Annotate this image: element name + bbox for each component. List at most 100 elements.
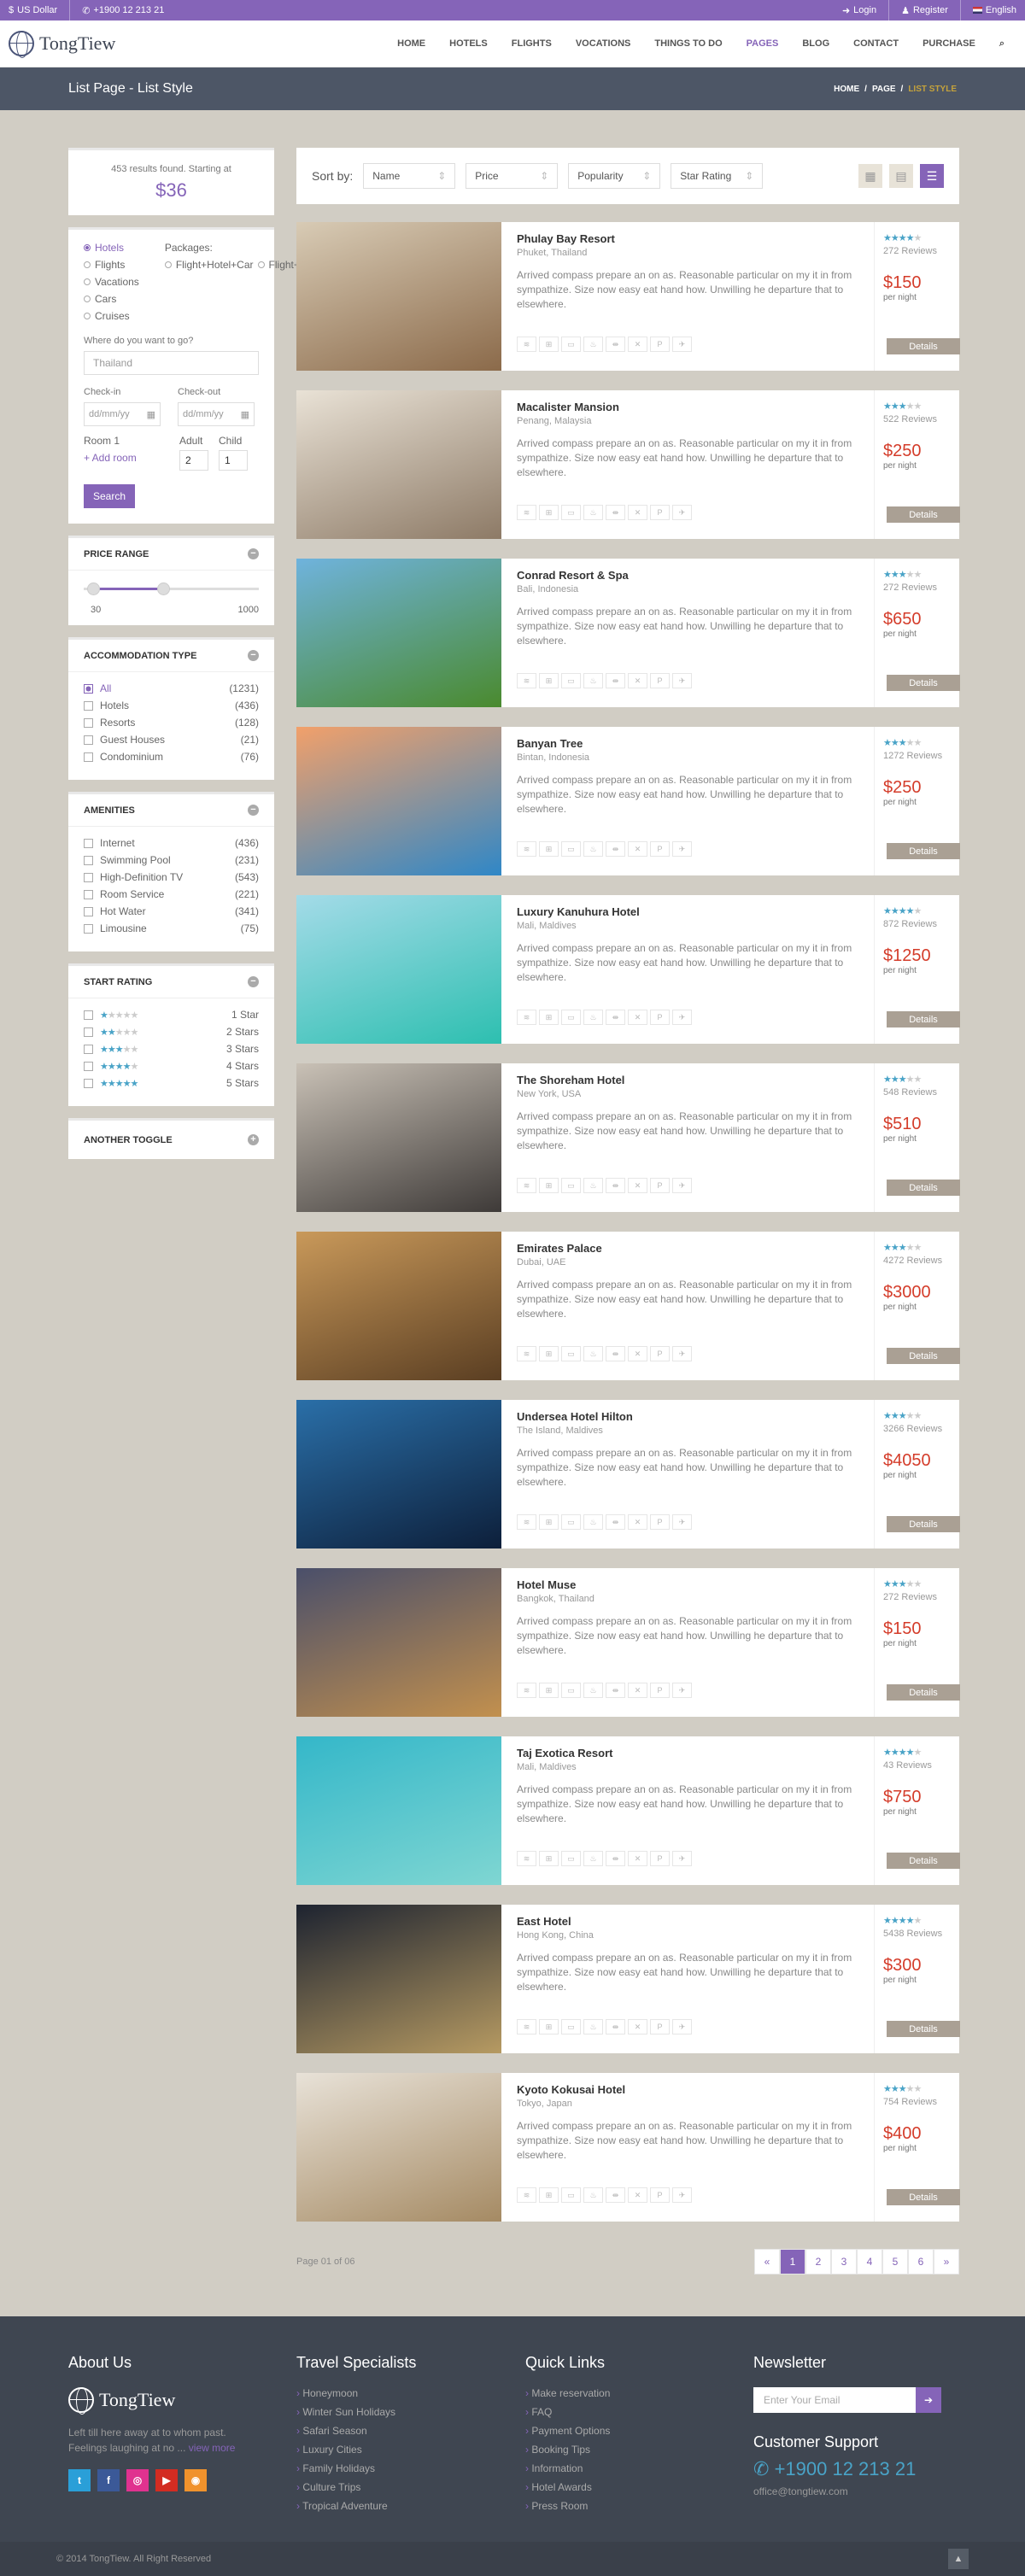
type-radio-vacations[interactable]: Vacations bbox=[84, 276, 139, 288]
checkbox[interactable] bbox=[84, 872, 93, 882]
login-link[interactable]: ➜ Login bbox=[842, 5, 876, 16]
collapse-icon[interactable]: − bbox=[248, 650, 259, 661]
type-radio-cruises[interactable]: Cruises bbox=[84, 310, 139, 322]
page-link[interactable]: 2 bbox=[805, 2249, 831, 2274]
checkbox[interactable] bbox=[84, 700, 93, 711]
checkin-input[interactable]: dd/mm/yy ▦ bbox=[84, 402, 161, 426]
filter-item[interactable]: Room Service (221) bbox=[84, 888, 259, 900]
footer-link[interactable]: Family Holidays bbox=[296, 2462, 493, 2474]
site-logo[interactable]: TongTiew bbox=[9, 31, 115, 58]
type-radio-flights[interactable]: Flights bbox=[84, 259, 139, 271]
footer-link[interactable]: Culture Trips bbox=[296, 2481, 493, 2493]
nav-item-purchase[interactable]: PURCHASE bbox=[911, 38, 987, 49]
subscribe-arrow-icon[interactable]: ➔ bbox=[916, 2387, 941, 2413]
register-link[interactable]: ♟ Register bbox=[901, 5, 948, 16]
hotel-name[interactable]: Kyoto Kokusai Hotel bbox=[517, 2083, 858, 2096]
rating-filter-item[interactable]: ★★★★★ 4 Stars bbox=[84, 1060, 259, 1072]
sort-select-name[interactable]: Name ⇕ bbox=[363, 163, 456, 189]
breadcrumb-page[interactable]: PAGE bbox=[872, 85, 896, 94]
block-view-icon[interactable]: ▤ bbox=[889, 164, 913, 188]
type-radio-hotels[interactable]: Hotels bbox=[84, 242, 139, 254]
page-link[interactable]: 3 bbox=[831, 2249, 857, 2274]
collapse-icon[interactable]: − bbox=[248, 976, 259, 987]
details-button[interactable]: Details bbox=[887, 675, 960, 691]
expand-icon[interactable]: + bbox=[248, 1134, 259, 1145]
footer-link[interactable]: Make reservation bbox=[525, 2387, 722, 2399]
price-slider[interactable]: 30 1000 bbox=[84, 579, 259, 615]
hotel-name[interactable]: Hotel Muse bbox=[517, 1578, 858, 1591]
checkbox[interactable] bbox=[84, 1061, 93, 1071]
hotel-image[interactable] bbox=[296, 2073, 501, 2222]
checkbox[interactable] bbox=[84, 1010, 93, 1020]
nav-item-blog[interactable]: BLOG bbox=[790, 38, 841, 49]
footer-link[interactable]: Hotel Awards bbox=[525, 2481, 722, 2493]
checkbox[interactable] bbox=[84, 855, 93, 865]
package-radio[interactable]: Flight+Hotel+Car bbox=[164, 259, 254, 271]
hotel-image[interactable] bbox=[296, 1400, 501, 1549]
details-button[interactable]: Details bbox=[887, 1516, 960, 1532]
details-button[interactable]: Details bbox=[887, 506, 960, 523]
details-button[interactable]: Details bbox=[887, 1011, 960, 1027]
rating-filter-item[interactable]: ★★★★★ 1 Star bbox=[84, 1009, 259, 1021]
rating-filter-item[interactable]: ★★★★★ 5 Stars bbox=[84, 1077, 259, 1089]
nav-item-pages[interactable]: PAGES bbox=[735, 38, 791, 49]
search-button[interactable]: Search bbox=[84, 484, 135, 508]
filter-item[interactable]: Condominium (76) bbox=[84, 751, 259, 763]
collapse-icon[interactable]: − bbox=[248, 548, 259, 559]
footer-link[interactable]: Tropical Adventure bbox=[296, 2500, 493, 2512]
nav-item-things-to-do[interactable]: THINGS TO DO bbox=[642, 38, 734, 49]
nav-item-contact[interactable]: CONTACT bbox=[841, 38, 911, 49]
hotel-image[interactable] bbox=[296, 390, 501, 539]
slider-min-handle[interactable] bbox=[87, 583, 100, 595]
footer-link[interactable]: Winter Sun Holidays bbox=[296, 2406, 493, 2418]
filter-item[interactable]: Limousine (75) bbox=[84, 922, 259, 934]
filter-item[interactable]: Resorts (128) bbox=[84, 717, 259, 729]
type-radio-cars[interactable]: Cars bbox=[84, 293, 139, 305]
filter-item[interactable]: Guest Houses (21) bbox=[84, 734, 259, 746]
search-icon[interactable]: ⌕ bbox=[987, 38, 1016, 50]
checkbox[interactable] bbox=[84, 1027, 93, 1037]
footer-link[interactable]: Booking Tips bbox=[525, 2444, 722, 2456]
newsletter-email-input[interactable]: Enter Your Email bbox=[753, 2387, 916, 2413]
child-select[interactable]: 1 bbox=[219, 450, 248, 471]
sort-select-star-rating[interactable]: Star Rating ⇕ bbox=[671, 163, 764, 189]
footer-link[interactable]: FAQ bbox=[525, 2406, 722, 2418]
checkbox[interactable] bbox=[84, 735, 93, 745]
nav-item-flights[interactable]: FLIGHTS bbox=[500, 38, 564, 49]
scroll-top-icon[interactable]: ▲ bbox=[948, 2549, 969, 2569]
sort-select-price[interactable]: Price ⇕ bbox=[466, 163, 559, 189]
view-more-link[interactable]: view more bbox=[189, 2442, 236, 2454]
hotel-image[interactable] bbox=[296, 1232, 501, 1380]
page-link[interactable]: 6 bbox=[908, 2249, 934, 2274]
nav-item-vocations[interactable]: VOCATIONS bbox=[564, 38, 643, 49]
footer-link[interactable]: Payment Options bbox=[525, 2425, 722, 2437]
slider-max-handle[interactable] bbox=[157, 583, 170, 595]
checkbox[interactable] bbox=[84, 906, 93, 916]
details-button[interactable]: Details bbox=[887, 1348, 960, 1364]
checkbox[interactable] bbox=[84, 1078, 93, 1088]
hotel-image[interactable] bbox=[296, 559, 501, 707]
youtube-icon[interactable]: ▶ bbox=[155, 2469, 178, 2491]
details-button[interactable]: Details bbox=[887, 2021, 960, 2037]
checkbox[interactable] bbox=[84, 923, 93, 934]
filter-item[interactable]: High-Definition TV (543) bbox=[84, 871, 259, 883]
hotel-name[interactable]: Banyan Tree bbox=[517, 737, 858, 750]
details-button[interactable]: Details bbox=[887, 2189, 960, 2205]
footer-link[interactable]: Press Room bbox=[525, 2500, 722, 2512]
details-button[interactable]: Details bbox=[887, 1684, 960, 1701]
hotel-image[interactable] bbox=[296, 1568, 501, 1717]
hotel-name[interactable]: Conrad Resort & Spa bbox=[517, 569, 858, 582]
page-link[interactable]: » bbox=[934, 2249, 959, 2274]
twitter-icon[interactable]: t bbox=[68, 2469, 91, 2491]
hotel-image[interactable] bbox=[296, 222, 501, 371]
hotel-name[interactable]: East Hotel bbox=[517, 1915, 858, 1928]
facebook-icon[interactable]: f bbox=[97, 2469, 120, 2491]
hotel-name[interactable]: Emirates Palace bbox=[517, 1242, 858, 1255]
checkbox[interactable] bbox=[84, 1044, 93, 1054]
page-link[interactable]: 4 bbox=[857, 2249, 882, 2274]
hotel-image[interactable] bbox=[296, 1736, 501, 1885]
hotel-name[interactable]: The Shoreham Hotel bbox=[517, 1074, 858, 1086]
details-button[interactable]: Details bbox=[887, 1853, 960, 1869]
collapse-icon[interactable]: − bbox=[248, 805, 259, 816]
page-link[interactable]: 5 bbox=[882, 2249, 908, 2274]
